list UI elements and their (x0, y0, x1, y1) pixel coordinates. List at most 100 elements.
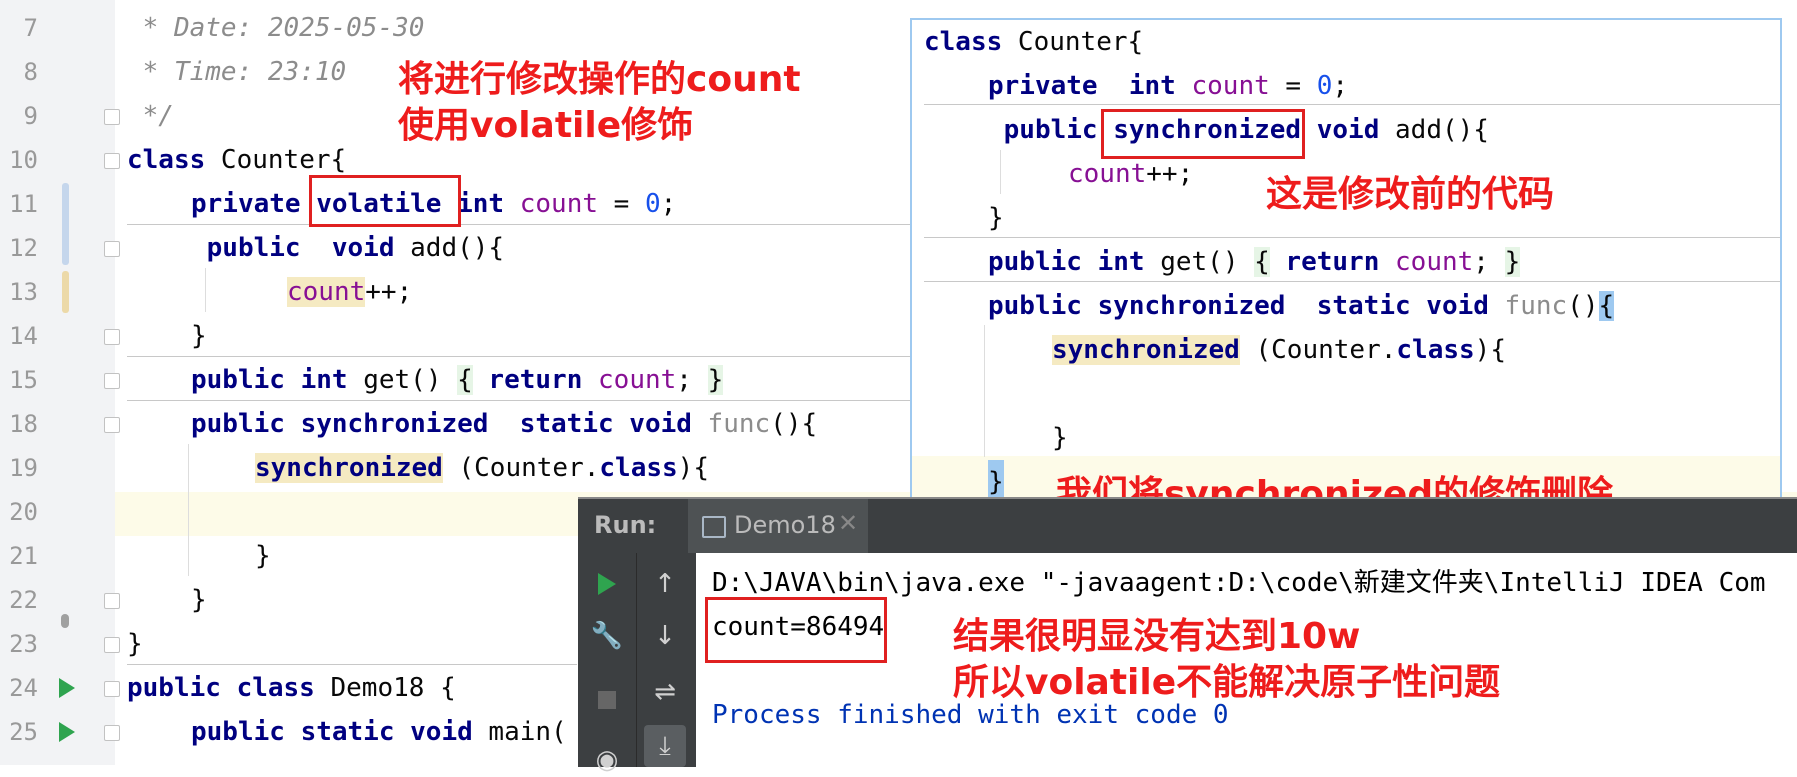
keyword: return (472, 365, 599, 395)
run-label: Run: (594, 511, 657, 539)
code-text: ){ (677, 453, 709, 483)
run-toolbar: 🔧 ◉ ↑ ↓ ⇌ ⤓ (578, 553, 696, 775)
line-number: 15 (9, 366, 38, 394)
code-line-12[interactable]: public void add(){ (191, 226, 504, 270)
keyword: void (1301, 115, 1380, 145)
keyword: class (127, 145, 206, 175)
fold-marker-icon[interactable] (104, 153, 120, 169)
scroll-to-end-icon[interactable]: ⤓ (644, 725, 686, 767)
annotation-result: 结果很明显没有达到10w 所以volatile不能解决原子性问题 (953, 616, 1501, 703)
code-text: () (1567, 291, 1599, 321)
code-text: ){ (1474, 335, 1506, 365)
code-text: get() (1144, 247, 1255, 277)
original-code-panel: class Counter{ private int count = 0; pu… (910, 18, 1782, 544)
field-count: count (1068, 159, 1147, 189)
stop-icon[interactable] (590, 683, 624, 717)
line-number: 18 (9, 410, 38, 438)
fold-marker-icon[interactable] (104, 109, 120, 125)
number-literal: 0 (645, 189, 661, 219)
keyword: public class (127, 673, 315, 703)
keyword: class (924, 27, 1003, 57)
change-marker (62, 183, 69, 265)
line-number: 7 (23, 14, 38, 42)
code-line-23[interactable]: } (127, 622, 143, 666)
code-text: add(){ (1379, 115, 1489, 145)
wrench-icon[interactable]: 🔧 (590, 619, 624, 653)
method-separator (924, 237, 1780, 238)
fold-marker-icon[interactable] (104, 725, 120, 741)
code-line-15[interactable]: public int get() { return count; } (191, 358, 724, 402)
line-number: 9 (23, 102, 38, 130)
code-text: main( (472, 717, 567, 747)
code-text: } (1504, 247, 1521, 277)
run-gutter-icon[interactable] (59, 722, 75, 742)
arrow-up-icon[interactable]: ↑ (648, 567, 682, 601)
line-number: 12 (9, 234, 38, 262)
code-text: (Counter. (1239, 335, 1397, 365)
arrow-down-icon[interactable]: ↓ (648, 619, 682, 653)
code-line-19[interactable]: synchronized (Counter.class){ (255, 446, 709, 490)
keyword: return (1269, 247, 1396, 277)
code-text: ++; (1146, 159, 1194, 189)
highlight-box-volatile (309, 175, 461, 227)
fold-marker-icon[interactable] (104, 373, 120, 389)
code-text: ; (1332, 71, 1349, 101)
orig-line-close: } (988, 203, 1004, 233)
keyword: public (988, 115, 1114, 145)
code-comment-end: */ (127, 101, 174, 131)
indent-guide (188, 444, 189, 576)
indent-guide (205, 268, 206, 312)
tab-demo18[interactable]: Demo18 ✕ (688, 499, 868, 553)
orig-line-func: public synchronized static void func(){ (988, 284, 1615, 328)
keyword: class (1396, 335, 1475, 365)
keyword: synchronized (255, 453, 443, 483)
method-name: func (691, 409, 771, 439)
code-text: = (1269, 71, 1317, 101)
rerun-icon[interactable] (590, 567, 624, 601)
line-number: 11 (9, 190, 38, 218)
code-comment-date: * Date: 2025-05-30 (127, 13, 425, 43)
camera-icon[interactable]: ◉ (590, 743, 624, 777)
orig-line-field: private int count = 0; (988, 64, 1348, 108)
method-separator (127, 664, 577, 665)
line-number: 10 (9, 146, 38, 174)
fold-marker-icon[interactable] (104, 593, 120, 609)
code-text: add(){ (394, 233, 505, 263)
run-panel: Run: Demo18 ✕ 🔧 ◉ ↑ ↓ ⇌ ⤓ D:\JAVA\bin\ja… (578, 497, 1797, 775)
fold-marker-icon[interactable] (104, 681, 120, 697)
code-text: { (1598, 291, 1615, 321)
highlight-box-synchronized (1101, 109, 1305, 159)
keyword: private int (988, 71, 1192, 101)
console-icon (702, 516, 726, 538)
soft-wrap-icon[interactable]: ⇌ (648, 675, 682, 709)
field-count: count (1395, 247, 1474, 277)
code-text: = (598, 189, 645, 219)
code-line-13[interactable]: count++; (287, 270, 412, 314)
code-line-21[interactable]: } (255, 534, 271, 578)
close-icon[interactable]: ✕ (838, 509, 858, 537)
code-line-18[interactable]: public synchronized static void func(){ (191, 402, 817, 446)
code-line-25[interactable]: public static void main( (191, 710, 567, 754)
run-gutter-icon[interactable] (59, 678, 75, 698)
run-panel-header: Run: Demo18 ✕ (578, 499, 1797, 553)
code-line-14[interactable]: } (191, 314, 207, 358)
code-line-24[interactable]: public class Demo18 { (127, 666, 456, 710)
keyword: private (191, 189, 317, 219)
code-text: Demo18 { (314, 673, 456, 703)
code-line-22[interactable]: } (191, 578, 207, 622)
annotation-volatile: 将进行修改操作的count 使用volatile修饰 (398, 59, 801, 146)
field-count: count (598, 365, 677, 395)
orig-line-sync-block: synchronized (Counter.class){ (1052, 328, 1506, 372)
code-text: (){ (770, 409, 818, 439)
toolbar-divider (636, 553, 637, 767)
scroll-marker (61, 614, 69, 628)
line-number: 25 (9, 718, 38, 746)
fold-marker-icon[interactable] (104, 637, 120, 653)
fold-marker-icon[interactable] (104, 329, 120, 345)
line-number: 23 (9, 630, 38, 658)
fold-marker-icon[interactable] (104, 417, 120, 433)
code-text: ; (676, 365, 708, 395)
fold-marker-icon[interactable] (104, 241, 120, 257)
field-count: count (519, 189, 599, 219)
keyword: public static void (191, 717, 473, 747)
